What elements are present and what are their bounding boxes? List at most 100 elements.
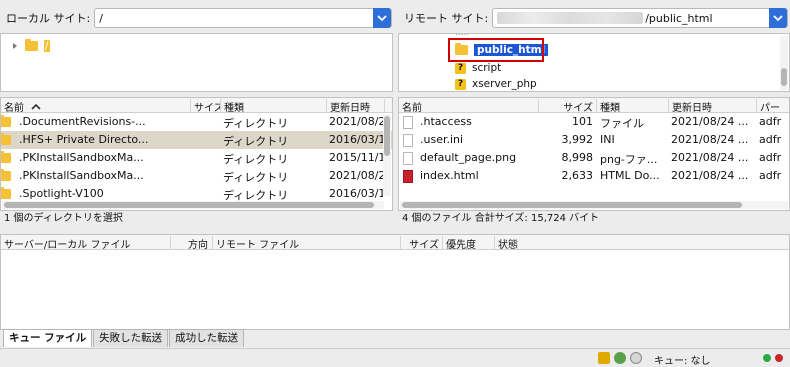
column-header-direction[interactable]: 方向 xyxy=(171,236,213,251)
lock-icon[interactable] xyxy=(598,352,610,364)
file-name: .DocumentRevisions-... xyxy=(19,115,146,128)
scrollbar-thumb[interactable] xyxy=(384,116,390,156)
file-name: .HFS+ Private Directo... xyxy=(19,133,149,146)
file-type: ディレクトリ xyxy=(223,135,289,148)
remote-list-hscrollbar[interactable] xyxy=(400,201,788,209)
html-file-icon xyxy=(403,169,413,183)
remote-site-combo[interactable]: /public_html xyxy=(492,8,788,28)
remote-status-text: 4 個のファイル 合計サイズ: 15,724 バイト xyxy=(398,211,790,227)
file-name: index.html xyxy=(420,169,479,182)
column-header-modified[interactable]: 更新日時 xyxy=(669,99,757,112)
queue-header: サーバー/ローカル ファイル 方向 リモート ファイル サイズ 優先度 状態 xyxy=(1,235,790,251)
table-row[interactable]: .DocumentRevisions-... ディレクトリ 2021/08/2 xyxy=(1,113,392,131)
column-header-type[interactable]: 種類 xyxy=(597,99,669,112)
local-tree[interactable]: / xyxy=(0,33,393,92)
local-list-vscrollbar[interactable] xyxy=(383,114,391,196)
column-header-type[interactable]: 種類 xyxy=(221,99,327,112)
file-modified: 2021/08/2 xyxy=(329,115,383,128)
column-header-modified[interactable]: 更新日時 xyxy=(327,99,385,112)
remote-tree-item-label: script xyxy=(472,62,502,74)
file-icon xyxy=(403,133,413,147)
scrollbar-thumb[interactable] xyxy=(781,68,787,86)
table-row[interactable]: .PKInstallSandboxMa... ディレクトリ 2021/08/2 xyxy=(1,167,392,185)
local-site-dropdown-button[interactable] xyxy=(373,8,391,28)
local-site-combo[interactable]: / xyxy=(94,8,392,28)
table-row-selected[interactable]: .HFS+ Private Directo... ディレクトリ 2016/03/… xyxy=(1,131,392,149)
file-icon xyxy=(403,151,413,165)
remote-tree-item-script[interactable]: ? script xyxy=(455,60,501,76)
file-name: default_page.png xyxy=(420,151,517,164)
remote-tree-scrollbar[interactable] xyxy=(780,36,788,90)
table-row[interactable]: .PKInstallSandboxMa... ディレクトリ 2015/11/1 xyxy=(1,149,392,167)
file-type: INI xyxy=(600,133,615,146)
file-modified: 2021/08/2 xyxy=(329,169,383,182)
table-row[interactable]: .user.ini 3,992 INI 2021/08/24 ... adfr xyxy=(399,131,789,149)
column-header-size[interactable]: サイズ xyxy=(191,99,221,112)
file-permissions: adfr xyxy=(759,115,782,128)
speed-limit-icon[interactable] xyxy=(630,352,642,364)
remote-tree-item-xserver-php[interactable]: ? xserver_php xyxy=(455,76,537,91)
remote-site-path: /public_html xyxy=(645,11,713,25)
file-size: 2,633 xyxy=(561,169,594,182)
annotation-highlight-box xyxy=(448,38,544,62)
column-header-priority[interactable]: 優先度 xyxy=(443,236,495,251)
local-file-list[interactable]: 名前 サイズ 種類 更新日時 .DocumentRevisions-... ディ… xyxy=(0,97,393,211)
expand-triangle-icon[interactable] xyxy=(11,42,19,50)
local-list-hscrollbar[interactable] xyxy=(2,201,384,209)
file-modified: 2021/08/24 ... xyxy=(671,169,749,182)
folder-icon xyxy=(1,151,11,163)
table-row[interactable]: index.html 2,633 HTML Do... 2021/08/24 .… xyxy=(399,167,789,185)
unknown-icon: ? xyxy=(455,62,466,74)
column-header-server-local-file[interactable]: サーバー/ローカル ファイル xyxy=(1,236,171,251)
file-permissions: adfr xyxy=(759,133,782,146)
file-modified: 2021/08/24 ... xyxy=(671,133,749,146)
folder-icon xyxy=(25,39,38,51)
remote-site-dropdown-button[interactable] xyxy=(769,8,787,28)
remote-list-header: 名前 サイズ 種類 更新日時 パー xyxy=(399,98,789,113)
receive-indicator-icon xyxy=(763,354,771,362)
gear-icon[interactable] xyxy=(614,352,626,364)
scrollbar-thumb[interactable] xyxy=(4,202,374,208)
file-permissions: adfr xyxy=(759,169,782,182)
file-type: png-ファ... xyxy=(600,153,658,166)
tab-successful-transfers[interactable]: 成功した転送 xyxy=(169,329,245,347)
chevron-down-icon xyxy=(773,15,783,22)
column-header-size[interactable]: サイズ xyxy=(401,236,443,251)
table-row[interactable]: .htaccess 101 ファイル 2021/08/24 ... adfr xyxy=(399,113,789,131)
remote-file-list[interactable]: 名前 サイズ 種類 更新日時 パー .htaccess 101 ファイル 202… xyxy=(398,97,790,211)
column-header-name[interactable]: 名前 xyxy=(399,99,539,112)
column-header-status[interactable]: 状態 xyxy=(495,236,790,251)
file-type: ディレクトリ xyxy=(223,153,289,166)
column-header-remote-file[interactable]: リモート ファイル xyxy=(213,236,401,251)
column-header-permissions[interactable]: パー xyxy=(757,99,789,112)
file-name: .htaccess xyxy=(420,115,472,128)
sort-ascending-icon xyxy=(31,103,41,110)
file-permissions: adfr xyxy=(759,151,782,164)
remote-site-bar: リモート サイト: /public_html xyxy=(404,4,788,32)
local-site-label: ローカル サイト: xyxy=(6,12,91,25)
send-indicator-icon xyxy=(775,354,783,362)
remote-site-label: リモート サイト: xyxy=(404,12,489,25)
local-site-bar: ローカル サイト: / xyxy=(6,4,392,32)
folder-icon xyxy=(1,169,11,181)
table-row[interactable]: default_page.png 8,998 png-ファ... 2021/08… xyxy=(399,149,789,167)
folder-icon xyxy=(1,115,11,127)
file-modified: 2021/08/24 ... xyxy=(671,151,749,164)
file-modified: 2016/03/1 xyxy=(329,133,383,146)
file-size: 101 xyxy=(572,115,593,128)
local-tree-root[interactable]: / xyxy=(11,38,50,54)
column-header-size[interactable]: サイズ xyxy=(539,99,597,112)
file-type: HTML Do... xyxy=(600,169,660,182)
tab-queued-files[interactable]: キュー ファイル xyxy=(3,329,93,347)
tab-failed-transfers[interactable]: 失敗した転送 xyxy=(93,329,169,347)
file-size: 8,998 xyxy=(561,151,594,164)
blurred-host-path xyxy=(497,12,644,24)
remote-tree[interactable]: ..... public_html ? script ? xserver_php xyxy=(398,33,790,92)
local-list-header: 名前 サイズ 種類 更新日時 xyxy=(1,98,392,113)
transfer-queue[interactable]: サーバー/ローカル ファイル 方向 リモート ファイル サイズ 優先度 状態 xyxy=(0,234,790,330)
status-bar: キュー: なし xyxy=(0,348,790,367)
folder-icon xyxy=(1,133,11,145)
file-icon xyxy=(403,115,413,129)
column-header-name[interactable]: 名前 xyxy=(1,99,191,112)
scrollbar-thumb[interactable] xyxy=(402,202,742,208)
